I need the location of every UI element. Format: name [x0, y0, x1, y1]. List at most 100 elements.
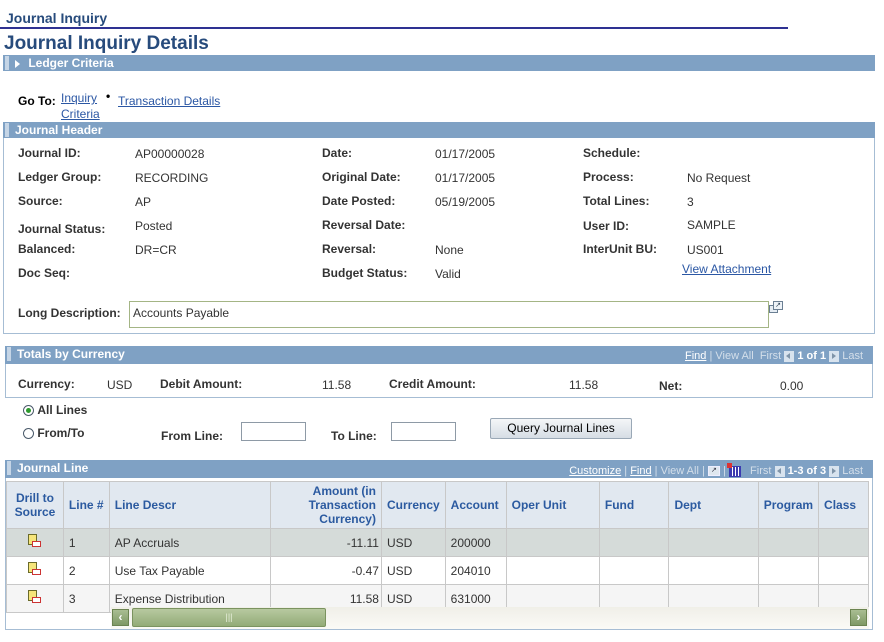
reversal-value: None — [435, 243, 464, 257]
line-fund — [598, 528, 670, 557]
radio-selected-icon[interactable] — [23, 405, 34, 417]
line-class — [818, 528, 869, 557]
original-date-value: 01/17/2005 — [435, 171, 496, 185]
currency-label: Currency: — [18, 377, 75, 391]
date-label: Date: — [322, 146, 353, 160]
line-program — [757, 528, 820, 557]
ledger-criteria-label: Ledger Criteria — [28, 56, 114, 70]
line-number: 3 — [62, 584, 110, 613]
line-fund — [598, 556, 670, 585]
customize-link[interactable]: Customize — [569, 465, 621, 477]
source-label: Source: — [18, 194, 63, 208]
long-description-label: Long Description: — [18, 306, 121, 320]
page-title: Journal Inquiry Details — [4, 33, 209, 54]
col-amount: Amount (in Transaction Currency) — [270, 481, 382, 529]
line-currency: USD — [380, 528, 446, 557]
grid-header-row: Drill to Source Line # Line Descr Amount… — [6, 481, 869, 529]
totals-pager: Find | View All First 1 of 1 Last — [684, 350, 863, 362]
view-attachment-link[interactable]: View Attachment — [682, 262, 771, 276]
line-class — [818, 556, 869, 585]
from-line-label: From Line: — [161, 429, 223, 443]
totals-bar: Totals by Currency Find | View All First… — [5, 346, 873, 364]
line-descr: Use Tax Payable — [108, 556, 272, 585]
col-fund: Fund — [598, 481, 670, 529]
user-id-value: SAMPLE — [687, 218, 736, 232]
col-program: Program — [757, 481, 820, 529]
line-amount: -0.47 — [270, 556, 382, 585]
journal-id-value: AP00000028 — [135, 147, 205, 161]
reversal-date-label: Reversal Date: — [322, 218, 406, 232]
from-to-radio[interactable]: From/To — [23, 426, 84, 440]
debit-amount-label: Debit Amount: — [160, 377, 243, 391]
date-value: 01/17/2005 — [435, 147, 496, 161]
totals-view-all: View All — [715, 350, 754, 362]
col-line-descr: Line Descr — [108, 481, 272, 529]
totals-range: 1 of 1 — [797, 350, 827, 362]
currency-value: USD — [107, 378, 133, 392]
balanced-value: DR=CR — [135, 243, 177, 257]
scroll-thumb[interactable]: ||| — [132, 608, 326, 627]
col-dept: Dept — [668, 481, 759, 529]
query-journal-lines-button[interactable]: Query Journal Lines — [490, 418, 632, 439]
line-number: 2 — [62, 556, 110, 585]
totals-title: Totals by Currency — [17, 347, 125, 361]
grid-range: 1-3 of 3 — [787, 465, 827, 477]
journal-status-label: Journal Status: — [18, 222, 106, 236]
inquiry-criteria-link[interactable]: Inquiry Criteria — [61, 90, 100, 122]
radio-unselected-icon[interactable] — [23, 428, 34, 440]
total-lines-value: 3 — [687, 195, 694, 209]
credit-amount-label: Credit Amount: — [389, 377, 476, 391]
col-oper-unit: Oper Unit — [505, 481, 600, 529]
all-lines-radio[interactable]: All Lines — [23, 403, 87, 417]
journal-header-bar: Journal Header — [3, 122, 875, 138]
col-account: Account — [444, 481, 507, 529]
expand-window-icon[interactable]: ↗ — [769, 301, 784, 314]
debit-amount-value: 11.58 — [322, 378, 352, 392]
line-oper-unit — [505, 556, 600, 585]
process-label: Process: — [583, 170, 634, 184]
component-title: Journal Inquiry — [6, 10, 108, 26]
journal-line-title: Journal Line — [17, 461, 89, 475]
table-row: 1 AP Accruals -11.11 USD 200000 — [6, 528, 869, 557]
long-description-field[interactable]: Accounts Payable — [129, 301, 769, 328]
net-value: 0.00 — [780, 379, 804, 393]
to-line-label: To Line: — [331, 429, 377, 443]
grid-expand-icon[interactable]: ↗ — [707, 466, 720, 477]
budget-status-label: Budget Status: — [322, 266, 408, 280]
scroll-right-button[interactable]: › — [850, 609, 867, 626]
line-oper-unit — [505, 528, 600, 557]
grid-find-link[interactable]: Find — [630, 465, 651, 477]
transaction-details-link[interactable]: Transaction Details — [118, 94, 220, 108]
journal-header-title: Journal Header — [15, 123, 103, 137]
line-descr: AP Accruals — [108, 528, 272, 557]
to-line-input[interactable] — [391, 422, 456, 441]
date-posted-label: Date Posted: — [322, 194, 396, 208]
grid-last: Last — [842, 465, 863, 477]
next-arrow-icon — [829, 350, 840, 362]
table-row: 2 Use Tax Payable -0.47 USD 204010 — [6, 556, 869, 585]
drill-to-source-icon[interactable] — [28, 590, 42, 604]
total-lines-label: Total Lines: — [583, 194, 650, 208]
goto-label: Go To: — [18, 94, 56, 108]
drill-to-source-icon[interactable] — [28, 562, 42, 576]
line-account: 200000 — [444, 528, 507, 557]
expand-triangle-icon[interactable] — [15, 59, 20, 68]
line-dept — [668, 556, 759, 585]
download-grid-icon[interactable] — [726, 462, 741, 477]
ledger-criteria-bar[interactable]: Ledger Criteria — [3, 55, 875, 71]
drill-to-source-icon[interactable] — [28, 534, 42, 548]
totals-find-link[interactable]: Find — [685, 350, 706, 362]
interunit-bu-value: US001 — [687, 243, 724, 257]
title-divider — [0, 27, 788, 29]
scroll-left-button[interactable]: ‹ — [112, 609, 129, 626]
grid-prev-arrow-icon — [774, 465, 785, 477]
source-value: AP — [135, 195, 152, 209]
line-program — [757, 556, 820, 585]
line-number: 1 — [62, 528, 110, 557]
user-id-label: User ID: — [583, 219, 630, 233]
journal-line-pager: Customize | Find | View All | ↗ | First … — [569, 462, 863, 479]
from-line-input[interactable] — [241, 422, 306, 441]
ledger-group-label: Ledger Group: — [18, 170, 102, 184]
grid-first: First — [750, 465, 772, 477]
goto-separator: • — [106, 89, 111, 103]
